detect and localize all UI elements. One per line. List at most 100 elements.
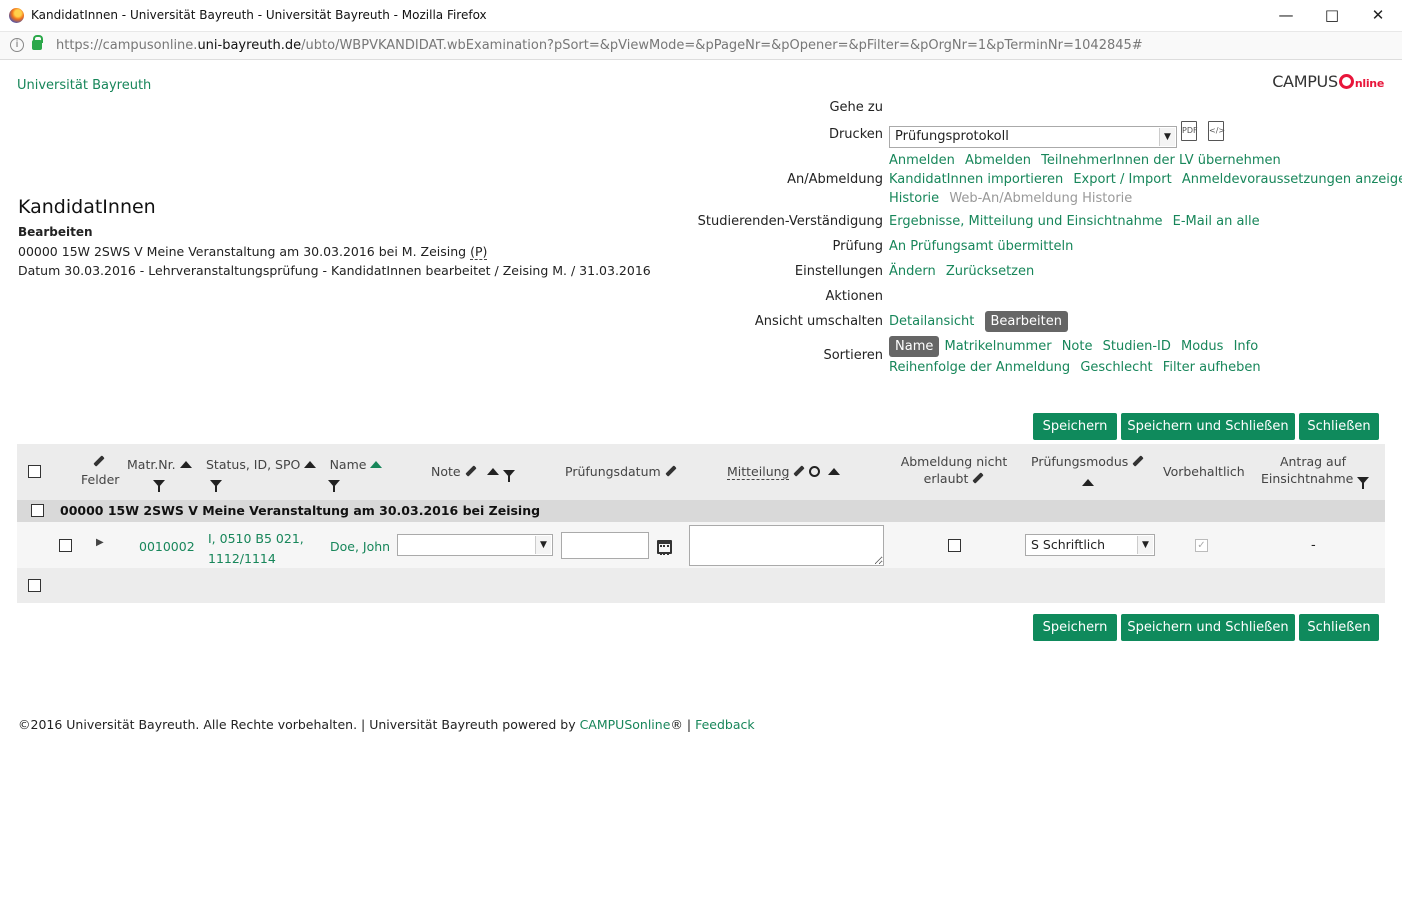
filter-icon[interactable] (328, 480, 340, 492)
matr-link[interactable]: 0010002 (139, 539, 195, 554)
pencil-icon (665, 465, 677, 477)
page-subtitle: Bearbeiten (18, 225, 93, 239)
url-text[interactable]: https://campusonline.uni-bayreuth.de/ubt… (56, 38, 1143, 53)
link-zuruecksetzen[interactable]: Zurücksetzen (946, 264, 1034, 279)
sort-geschlecht[interactable]: Geschlecht (1080, 360, 1152, 375)
filter-icon[interactable] (502, 470, 515, 482)
row-checkbox[interactable] (59, 539, 72, 552)
col-datum[interactable]: Prüfungsdatum (565, 464, 677, 479)
select-all-footer-checkbox[interactable] (28, 579, 41, 592)
lock-icon (32, 35, 43, 50)
link-export-import[interactable]: Export / Import (1073, 172, 1171, 187)
info-icon[interactable]: i (10, 38, 24, 52)
sort-info[interactable]: Info (1234, 339, 1259, 354)
sort-links-row1: Name Matrikelnummer Note Studien-ID Modu… (889, 336, 1264, 357)
save-close-button[interactable]: Speichern und Schließen (1121, 413, 1295, 440)
campusonline-link[interactable]: CAMPUSonline (580, 717, 671, 732)
maximize-button[interactable]: □ (1317, 4, 1347, 26)
calendar-icon[interactable] (657, 540, 672, 555)
filter-icon[interactable] (210, 480, 223, 492)
link-aendern[interactable]: Ändern (889, 264, 936, 279)
filter-aufheben[interactable]: Filter aufheben (1163, 360, 1261, 375)
course-description: 00000 15W 2SWS V Meine Veranstaltung am … (18, 244, 488, 260)
link-historie[interactable]: Historie (889, 191, 939, 206)
group-checkbox[interactable] (31, 504, 44, 517)
save-button-bottom[interactable]: Speichern (1033, 614, 1117, 641)
mitteilung-textarea[interactable] (689, 525, 884, 566)
col-modus[interactable]: Prüfungsmodus (1031, 454, 1144, 490)
close-window-button[interactable]: ✕ (1363, 4, 1393, 26)
xml-icon[interactable]: </> (1208, 121, 1225, 141)
col-felder[interactable]: Felder (81, 454, 119, 491)
pencil-icon (464, 465, 477, 477)
expand-arrow-icon[interactable]: ▶ (96, 537, 104, 548)
campusonline-logo[interactable]: CAMPUS nline (1272, 72, 1384, 91)
link-teilnehmer-uebernehmen[interactable]: TeilnehmerInnen der LV übernehmen (1041, 153, 1281, 168)
name-link[interactable]: Doe, John (330, 539, 390, 554)
abmeldung-checkbox[interactable] (948, 539, 961, 552)
note-select[interactable]: ▼ (397, 534, 553, 556)
select-all-checkbox[interactable] (28, 465, 41, 478)
url-bar[interactable]: i https://campusonline.uni-bayreuth.de/u… (0, 32, 1402, 60)
table-footer-row (17, 568, 1385, 603)
link-anmelden[interactable]: Anmelden (889, 153, 955, 168)
link-detailansicht[interactable]: Detailansicht (889, 314, 974, 329)
status-cell[interactable]: I, 0510 B5 021, 1112/1114 (208, 529, 304, 569)
university-link[interactable]: Universität Bayreuth (17, 78, 151, 93)
link-email-alle[interactable]: E-Mail an alle (1173, 214, 1260, 229)
chevron-down-icon: ▼ (1137, 536, 1153, 554)
firefox-icon (9, 8, 24, 23)
stud-links: Ergebnisse, Mitteilung und Einsichtnahme… (889, 214, 1266, 229)
link-importieren[interactable]: KandidatInnen importieren (889, 172, 1063, 187)
print-label: Drucken (828, 127, 883, 142)
sort-modus[interactable]: Modus (1181, 339, 1223, 354)
link-ergebnisse[interactable]: Ergebnisse, Mitteilung und Einsichtnahme (889, 214, 1163, 229)
minimize-button[interactable]: — (1271, 4, 1301, 26)
ansicht-links: Detailansicht Bearbeiten (889, 311, 1074, 332)
col-status[interactable]: Status, ID, SPO (206, 457, 317, 492)
view-bearbeiten-active[interactable]: Bearbeiten (984, 311, 1068, 332)
sort-reihenfolge[interactable]: Reihenfolge der Anmeldung (889, 360, 1070, 375)
sort-studien-id[interactable]: Studien-ID (1103, 339, 1171, 354)
filter-icon[interactable] (153, 480, 166, 492)
sort-links-row2: Reihenfolge der Anmeldung Geschlecht Fil… (889, 360, 1267, 375)
col-matr[interactable]: Matr.Nr. (127, 457, 192, 492)
print-select[interactable]: Prüfungsprotokoll ▼ (889, 126, 1177, 148)
anab-label: An/Abmeldung (787, 172, 883, 187)
pencil-icon (93, 455, 105, 467)
antrag-value: - (1311, 538, 1316, 553)
pruef-links: An Prüfungsamt übermitteln (889, 239, 1079, 254)
link-abmelden[interactable]: Abmelden (965, 153, 1031, 168)
col-antrag[interactable]: Antrag auf Einsichtnahme (1261, 454, 1370, 489)
sort-note[interactable]: Note (1062, 339, 1093, 354)
stud-label: Studierenden-Verständigung (697, 214, 883, 229)
datum-input[interactable] (561, 532, 649, 559)
filter-icon[interactable] (1357, 477, 1370, 489)
chevron-down-icon: ▼ (535, 536, 551, 554)
close-button[interactable]: Schließen (1299, 413, 1379, 440)
col-name[interactable]: Name (328, 457, 384, 492)
ansicht-label: Ansicht umschalten (754, 314, 883, 329)
pruef-label: Prüfung (832, 239, 883, 254)
close-button-bottom[interactable]: Schließen (1299, 614, 1379, 641)
feedback-link[interactable]: Feedback (695, 717, 755, 732)
group-title: 00000 15W 2SWS V Meine Veranstaltung am … (60, 503, 541, 518)
sort-label: Sortieren (823, 348, 883, 363)
sort-matrikelnummer[interactable]: Matrikelnummer (945, 339, 1052, 354)
group-row: 00000 15W 2SWS V Meine Veranstaltung am … (17, 500, 1385, 522)
sort-name-active[interactable]: Name (889, 336, 940, 357)
col-mitteilung[interactable]: Mitteilung (727, 464, 841, 480)
page-title: KandidatInnen (18, 196, 156, 218)
pdf-icon[interactable]: PDF (1181, 121, 1198, 141)
col-note[interactable]: Note (431, 464, 515, 482)
sort-up-icon (1081, 479, 1094, 486)
col-vorbehalt: Vorbehaltlich (1163, 464, 1245, 479)
save-button[interactable]: Speichern (1033, 413, 1117, 440)
link-anmeldevoraussetzungen[interactable]: Anmeldevoraussetzungen anzeigen (1182, 172, 1402, 187)
col-abmeldung[interactable]: Abmeldung nicht erlaubt (897, 454, 1011, 489)
table-row: ▶ 0010002 I, 0510 B5 021, 1112/1114 Doe, … (17, 522, 1385, 568)
save-close-button-bottom[interactable]: Speichern und Schließen (1121, 614, 1295, 641)
link-pruefungsamt[interactable]: An Prüfungsamt übermitteln (889, 239, 1073, 254)
page-footer: ©2016 Universität Bayreuth. Alle Rechte … (18, 717, 755, 732)
modus-select[interactable]: S Schriftlich ▼ (1025, 534, 1155, 556)
